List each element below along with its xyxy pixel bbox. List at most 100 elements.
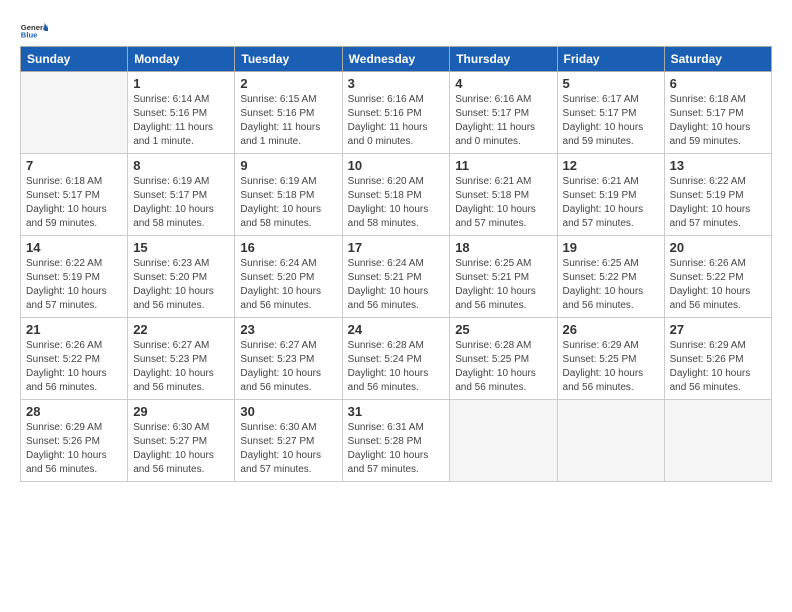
day-info: Sunrise: 6:16 AMSunset: 5:16 PMDaylight:… xyxy=(348,93,445,149)
calendar-cell: 1Sunrise: 6:14 AMSunset: 5:16 PMDaylight… xyxy=(128,72,235,154)
day-info: Sunrise: 6:24 AMSunset: 5:20 PMDaylight:… xyxy=(240,257,336,313)
calendar-cell: 28 Sunrise: 6:29 AMSunset: 5:26 PMDayligh… xyxy=(21,400,128,482)
day-info: Sunrise: 6:21 AMSunset: 5:18 PMDaylight:… xyxy=(455,175,551,231)
calendar-cell: 19 Sunrise: 6:25 AMSunset: 5:22 PMDayligh… xyxy=(557,236,664,318)
calendar-cell: 22 Sunrise: 6:27 AMSunset: 5:23 PMDayligh… xyxy=(128,318,235,400)
day-info: Sunrise: 6:16 AMSunset: 5:17 PMDaylight:… xyxy=(455,93,551,149)
day-number: 24 xyxy=(348,322,445,337)
day-number: 21 xyxy=(26,322,122,337)
day-info: Sunrise: 6:27 AMSunset: 5:23 PMDaylight:… xyxy=(240,339,336,395)
day-number: 31 xyxy=(348,404,445,419)
day-number: 20 xyxy=(670,240,766,255)
calendar-cell xyxy=(450,400,557,482)
calendar-cell: 23 Sunrise: 6:27 AMSunset: 5:23 PMDayligh… xyxy=(235,318,342,400)
col-header-saturday: Saturday xyxy=(664,47,771,72)
svg-text:Blue: Blue xyxy=(21,31,38,40)
day-number: 12 xyxy=(563,158,659,173)
calendar-cell: 5 Sunrise: 6:17 AMSunset: 5:17 PMDaylight… xyxy=(557,72,664,154)
day-number: 28 xyxy=(26,404,122,419)
day-number: 15 xyxy=(133,240,229,255)
col-header-friday: Friday xyxy=(557,47,664,72)
day-number: 13 xyxy=(670,158,766,173)
week-row-4: 21 Sunrise: 6:26 AMSunset: 5:22 PMDayligh… xyxy=(21,318,772,400)
day-info: Sunrise: 6:28 AMSunset: 5:25 PMDaylight:… xyxy=(455,339,551,395)
day-number: 8 xyxy=(133,158,229,173)
calendar-cell: 21 Sunrise: 6:26 AMSunset: 5:22 PMDayligh… xyxy=(21,318,128,400)
day-info: Sunrise: 6:24 AMSunset: 5:21 PMDaylight:… xyxy=(348,257,445,313)
calendar-cell: 18Sunrise: 6:25 AMSunset: 5:21 PMDayligh… xyxy=(450,236,557,318)
week-row-3: 14 Sunrise: 6:22 AMSunset: 5:19 PMDayligh… xyxy=(21,236,772,318)
col-header-tuesday: Tuesday xyxy=(235,47,342,72)
calendar-cell: 17 Sunrise: 6:24 AMSunset: 5:21 PMDayligh… xyxy=(342,236,450,318)
day-info: Sunrise: 6:22 AMSunset: 5:19 PMDaylight:… xyxy=(26,257,122,313)
calendar-cell: 11 Sunrise: 6:21 AMSunset: 5:18 PMDayligh… xyxy=(450,154,557,236)
calendar-cell: 15 Sunrise: 6:23 AMSunset: 5:20 PMDayligh… xyxy=(128,236,235,318)
day-number: 26 xyxy=(563,322,659,337)
day-info: Sunrise: 6:30 AMSunset: 5:27 PMDaylight:… xyxy=(133,421,229,477)
week-row-5: 28 Sunrise: 6:29 AMSunset: 5:26 PMDayligh… xyxy=(21,400,772,482)
day-info: Sunrise: 6:21 AMSunset: 5:19 PMDaylight:… xyxy=(563,175,659,231)
day-info: Sunrise: 6:19 AMSunset: 5:17 PMDaylight:… xyxy=(133,175,229,231)
day-info: Sunrise: 6:27 AMSunset: 5:23 PMDaylight:… xyxy=(133,339,229,395)
day-info: Sunrise: 6:31 AMSunset: 5:28 PMDaylight:… xyxy=(348,421,445,477)
day-info: Sunrise: 6:29 AMSunset: 5:25 PMDaylight:… xyxy=(563,339,659,395)
week-row-2: 7Sunrise: 6:18 AMSunset: 5:17 PMDaylight… xyxy=(21,154,772,236)
day-info: Sunrise: 6:26 AMSunset: 5:22 PMDaylight:… xyxy=(670,257,766,313)
day-number: 14 xyxy=(26,240,122,255)
day-number: 3 xyxy=(348,76,445,91)
day-number: 23 xyxy=(240,322,336,337)
day-info: Sunrise: 6:26 AMSunset: 5:22 PMDaylight:… xyxy=(26,339,122,395)
day-info: Sunrise: 6:18 AMSunset: 5:17 PMDaylight:… xyxy=(670,93,766,149)
day-number: 11 xyxy=(455,158,551,173)
calendar-cell: 27 Sunrise: 6:29 AMSunset: 5:26 PMDayligh… xyxy=(664,318,771,400)
day-info: Sunrise: 6:25 AMSunset: 5:22 PMDaylight:… xyxy=(563,257,659,313)
calendar-cell: 20 Sunrise: 6:26 AMSunset: 5:22 PMDayligh… xyxy=(664,236,771,318)
calendar-cell: 2 Sunrise: 6:15 AMSunset: 5:16 PMDaylight… xyxy=(235,72,342,154)
day-info: Sunrise: 6:14 AMSunset: 5:16 PMDaylight:… xyxy=(133,93,229,149)
day-number: 2 xyxy=(240,76,336,91)
day-number: 9 xyxy=(240,158,336,173)
calendar-cell: 13 Sunrise: 6:22 AMSunset: 5:19 PMDayligh… xyxy=(664,154,771,236)
calendar-cell xyxy=(21,72,128,154)
day-number: 5 xyxy=(563,76,659,91)
day-number: 27 xyxy=(670,322,766,337)
calendar-cell: 8 Sunrise: 6:19 AMSunset: 5:17 PMDaylight… xyxy=(128,154,235,236)
calendar-cell xyxy=(557,400,664,482)
day-number: 19 xyxy=(563,240,659,255)
week-row-1: 1Sunrise: 6:14 AMSunset: 5:16 PMDaylight… xyxy=(21,72,772,154)
day-number: 25 xyxy=(455,322,551,337)
day-info: Sunrise: 6:25 AMSunset: 5:21 PMDaylight:… xyxy=(455,257,551,313)
calendar-cell: 30Sunrise: 6:30 AMSunset: 5:27 PMDayligh… xyxy=(235,400,342,482)
calendar-cell: 6 Sunrise: 6:18 AMSunset: 5:17 PMDaylight… xyxy=(664,72,771,154)
day-number: 22 xyxy=(133,322,229,337)
day-info: Sunrise: 6:17 AMSunset: 5:17 PMDaylight:… xyxy=(563,93,659,149)
calendar-cell: 9Sunrise: 6:19 AMSunset: 5:18 PMDaylight… xyxy=(235,154,342,236)
day-number: 17 xyxy=(348,240,445,255)
day-info: Sunrise: 6:28 AMSunset: 5:24 PMDaylight:… xyxy=(348,339,445,395)
calendar-cell: 10Sunrise: 6:20 AMSunset: 5:18 PMDayligh… xyxy=(342,154,450,236)
day-info: Sunrise: 6:23 AMSunset: 5:20 PMDaylight:… xyxy=(133,257,229,313)
day-number: 4 xyxy=(455,76,551,91)
calendar-cell xyxy=(664,400,771,482)
day-number: 6 xyxy=(670,76,766,91)
calendar-cell: 29Sunrise: 6:30 AMSunset: 5:27 PMDayligh… xyxy=(128,400,235,482)
col-header-sunday: Sunday xyxy=(21,47,128,72)
col-header-monday: Monday xyxy=(128,47,235,72)
day-info: Sunrise: 6:29 AMSunset: 5:26 PMDaylight:… xyxy=(26,421,122,477)
calendar: SundayMondayTuesdayWednesdayThursdayFrid… xyxy=(20,46,772,482)
day-info: Sunrise: 6:15 AMSunset: 5:16 PMDaylight:… xyxy=(240,93,336,149)
col-header-thursday: Thursday xyxy=(450,47,557,72)
calendar-cell: 14 Sunrise: 6:22 AMSunset: 5:19 PMDayligh… xyxy=(21,236,128,318)
day-number: 16 xyxy=(240,240,336,255)
day-number: 7 xyxy=(26,158,122,173)
day-info: Sunrise: 6:29 AMSunset: 5:26 PMDaylight:… xyxy=(670,339,766,395)
day-info: Sunrise: 6:22 AMSunset: 5:19 PMDaylight:… xyxy=(670,175,766,231)
calendar-cell: 3 Sunrise: 6:16 AMSunset: 5:16 PMDaylight… xyxy=(342,72,450,154)
calendar-cell: 12 Sunrise: 6:21 AMSunset: 5:19 PMDayligh… xyxy=(557,154,664,236)
calendar-cell: 7Sunrise: 6:18 AMSunset: 5:17 PMDaylight… xyxy=(21,154,128,236)
calendar-cell: 25 Sunrise: 6:28 AMSunset: 5:25 PMDayligh… xyxy=(450,318,557,400)
calendar-cell: 24 Sunrise: 6:28 AMSunset: 5:24 PMDayligh… xyxy=(342,318,450,400)
day-info: Sunrise: 6:20 AMSunset: 5:18 PMDaylight:… xyxy=(348,175,445,231)
day-info: Sunrise: 6:30 AMSunset: 5:27 PMDaylight:… xyxy=(240,421,336,477)
calendar-cell: 16 Sunrise: 6:24 AMSunset: 5:20 PMDayligh… xyxy=(235,236,342,318)
